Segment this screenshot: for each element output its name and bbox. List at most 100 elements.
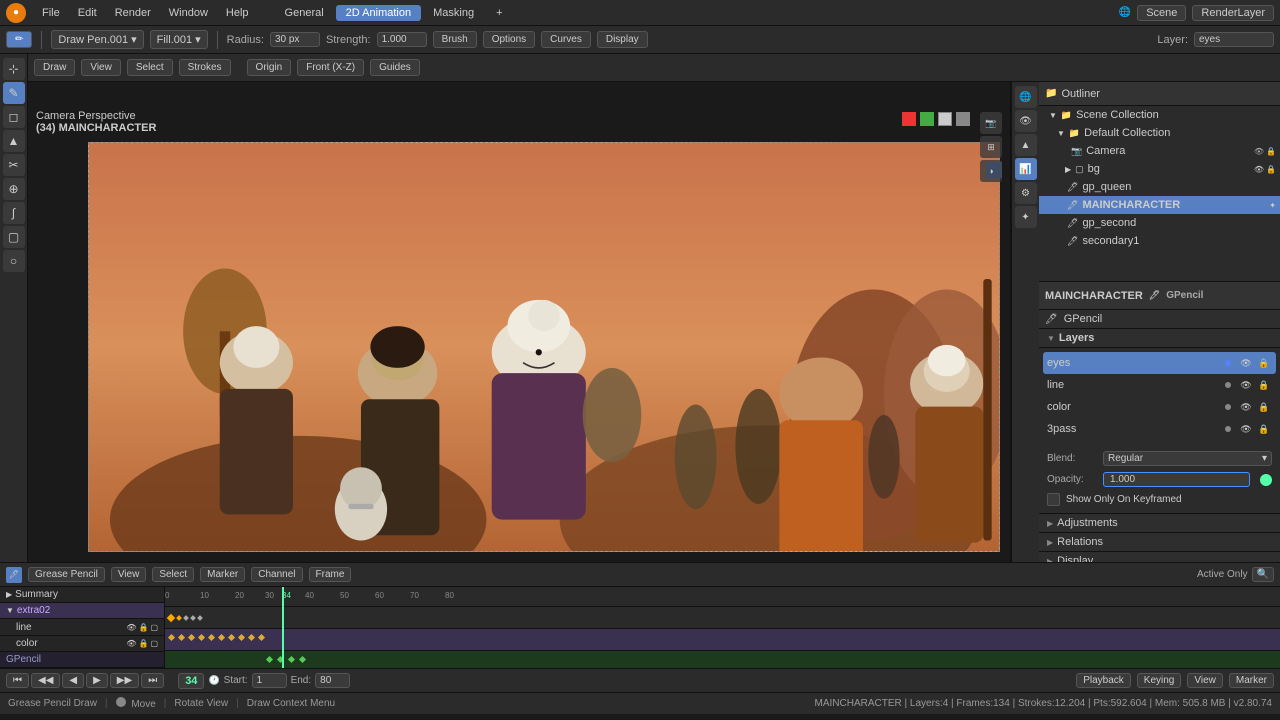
search-icon[interactable]: 🔍 xyxy=(1252,567,1274,582)
view-btn[interactable]: View xyxy=(81,59,121,76)
sidebar-object-icon[interactable]: ▲ xyxy=(1015,134,1037,156)
timeline-ruler[interactable]: 0 10 20 30 34 40 50 60 70 80 xyxy=(165,587,1280,607)
end-value[interactable]: 80 xyxy=(315,673,350,688)
outliner-item-gp-second[interactable]: 🖊 gp_second xyxy=(1039,214,1280,232)
render-layer-name[interactable]: RenderLayer xyxy=(1192,5,1274,21)
layer-line[interactable]: line 👁 🔒 xyxy=(1043,374,1276,396)
viewport[interactable]: Camera Perspective (34) MAINCHARACTER xyxy=(28,82,1010,562)
sidebar-particle-icon[interactable]: ✦ xyxy=(1015,206,1037,228)
strokes-btn[interactable]: Strokes xyxy=(179,59,231,76)
layer-3pass-vis[interactable]: 👁 xyxy=(1238,421,1254,437)
layer-color[interactable]: color 👁 🔒 xyxy=(1043,396,1276,418)
start-value[interactable]: 1 xyxy=(252,673,287,688)
view-axis-btn[interactable]: Front (X-Z) xyxy=(297,59,364,76)
tab-2d-animation[interactable]: 2D Animation xyxy=(336,5,421,21)
menu-window[interactable]: Window xyxy=(161,5,216,21)
erase-tool[interactable]: ◻ xyxy=(3,106,25,128)
display-section[interactable]: ▶ Display xyxy=(1039,552,1280,562)
jump-end-btn[interactable]: ⏭ xyxy=(141,673,164,688)
layer-color-lock[interactable]: 🔒 xyxy=(1256,399,1272,415)
layer-eyes-lock[interactable]: 🔒 xyxy=(1256,355,1272,371)
draw-tool[interactable]: ✎ xyxy=(3,82,25,104)
menu-edit[interactable]: Edit xyxy=(70,5,105,21)
layer-eyes-vis[interactable]: 👁 xyxy=(1238,355,1254,371)
curves-btn[interactable]: Curves xyxy=(541,31,591,48)
layer-3pass-lock[interactable]: 🔒 xyxy=(1256,421,1272,437)
line-lock-icon[interactable]: 🔒 xyxy=(138,623,148,632)
extra02-toggle[interactable]: ▼ xyxy=(6,606,14,615)
tab-masking[interactable]: Masking xyxy=(423,5,484,21)
strength-input[interactable]: 1.000 xyxy=(377,32,427,47)
cut-tool[interactable]: ✂ xyxy=(3,154,25,176)
draw-mode-btn[interactable]: Draw xyxy=(34,59,75,76)
footer-marker-btn[interactable]: Marker xyxy=(1229,673,1274,688)
tab-general[interactable]: General xyxy=(275,5,334,21)
outliner-item-secondary1[interactable]: 🖊 secondary1 xyxy=(1039,232,1280,250)
next-frame-btn[interactable]: ▶▶ xyxy=(110,673,139,688)
line-vis-icon[interactable]: 👁 xyxy=(126,623,136,632)
show-keyframed-checkbox[interactable] xyxy=(1047,493,1060,506)
outliner-item-bg-parent[interactable]: ▶ ▢ bg 👁 🔒 xyxy=(1039,160,1280,178)
timeline-marker-btn[interactable]: Marker xyxy=(200,567,245,582)
fill-selector[interactable]: Fill.001 ▾ xyxy=(150,30,208,49)
menu-help[interactable]: Help xyxy=(218,5,257,21)
sidebar-material-icon[interactable]: ⚙ xyxy=(1015,182,1037,204)
layer-line-lock[interactable]: 🔒 xyxy=(1256,377,1272,393)
layer-eyes[interactable]: eyes 👁 🔒 xyxy=(1043,352,1276,374)
color-vis-icon[interactable]: 👁 xyxy=(126,639,136,648)
play-btn[interactable]: ▶ xyxy=(86,673,108,688)
timeline-playhead[interactable] xyxy=(282,587,284,668)
prev-frame-btn[interactable]: ◀ xyxy=(62,673,84,688)
timeline-frame-btn[interactable]: Frame xyxy=(309,567,352,582)
cursor-tool[interactable]: ⊹ xyxy=(3,58,25,80)
blend-dropdown[interactable]: Regular ▾ xyxy=(1103,451,1272,466)
grease-pencil-mode-btn[interactable]: Grease Pencil xyxy=(28,567,105,582)
prev-keyframe-btn[interactable]: ◀◀ xyxy=(31,673,60,688)
tab-add[interactable]: + xyxy=(486,5,512,21)
keying-btn[interactable]: Keying xyxy=(1137,673,1182,688)
relations-section[interactable]: ▶ Relations xyxy=(1039,533,1280,552)
timeline-view-btn[interactable]: View xyxy=(111,567,147,582)
brush-btn[interactable]: Brush xyxy=(433,31,477,48)
playback-btn[interactable]: Playback xyxy=(1076,673,1131,688)
timeline-select-btn[interactable]: Select xyxy=(152,567,194,582)
layer-selector[interactable]: eyes xyxy=(1194,32,1274,47)
adjustments-section[interactable]: ▶ Adjustments xyxy=(1039,514,1280,533)
select-btn[interactable]: Select xyxy=(127,59,173,76)
radius-input[interactable]: 30 px xyxy=(270,32,320,47)
camera-btn[interactable]: 📷 xyxy=(980,112,1002,134)
select-box-tool[interactable]: ▢ xyxy=(3,226,25,248)
jump-start-btn[interactable]: ⏮ xyxy=(6,673,29,688)
scene-name[interactable]: Scene xyxy=(1137,5,1186,21)
layers-section-header[interactable]: ▼ Layers xyxy=(1039,329,1280,348)
curve-tool[interactable]: ∫ xyxy=(3,202,25,224)
move-tool[interactable]: ⊕ xyxy=(3,178,25,200)
menu-render[interactable]: Render xyxy=(107,5,159,21)
footer-view-btn[interactable]: View xyxy=(1187,673,1223,688)
circle-select-tool[interactable]: ○ xyxy=(3,250,25,272)
current-frame[interactable]: 34 xyxy=(178,673,204,689)
guides-btn[interactable]: Guides xyxy=(370,59,420,76)
display-btn[interactable]: Display xyxy=(597,31,648,48)
sidebar-view-icon[interactable]: 👁 xyxy=(1015,110,1037,132)
layer-line-vis[interactable]: 👁 xyxy=(1238,377,1254,393)
color-lock-icon[interactable]: 🔒 xyxy=(138,639,148,648)
outliner-item-maincharacter[interactable]: 🖊 MAINCHARACTER ✦ xyxy=(1039,196,1280,214)
outliner-item-gp-queen[interactable]: 🖊 gp_queen xyxy=(1039,178,1280,196)
perspective-btn[interactable]: ⊞ xyxy=(980,136,1002,158)
outliner-item-camera[interactable]: 📷 Camera 👁 🔒 xyxy=(1039,142,1280,160)
menu-file[interactable]: File xyxy=(34,5,68,21)
mode-button[interactable]: ✏ xyxy=(6,31,32,48)
outliner-item-scene-collection[interactable]: ▼ 📁 Scene Collection xyxy=(1039,106,1280,124)
sidebar-data-icon[interactable]: 📊 xyxy=(1015,158,1037,180)
timeline-channel-btn[interactable]: Channel xyxy=(251,567,302,582)
layer-color-vis[interactable]: 👁 xyxy=(1238,399,1254,415)
shading-btn[interactable]: ◑ xyxy=(980,160,1002,182)
origin-btn[interactable]: Origin xyxy=(247,59,292,76)
outliner-item-default-collection[interactable]: ▼ 📁 Default Collection xyxy=(1039,124,1280,142)
layer-3pass[interactable]: 3pass 👁 🔒 xyxy=(1043,418,1276,440)
brush-selector[interactable]: Draw Pen.001 ▾ xyxy=(51,30,143,49)
fill-tool[interactable]: ▲ xyxy=(3,130,25,152)
summary-toggle[interactable]: ▶ xyxy=(6,590,12,599)
options-btn[interactable]: Options xyxy=(483,31,535,48)
